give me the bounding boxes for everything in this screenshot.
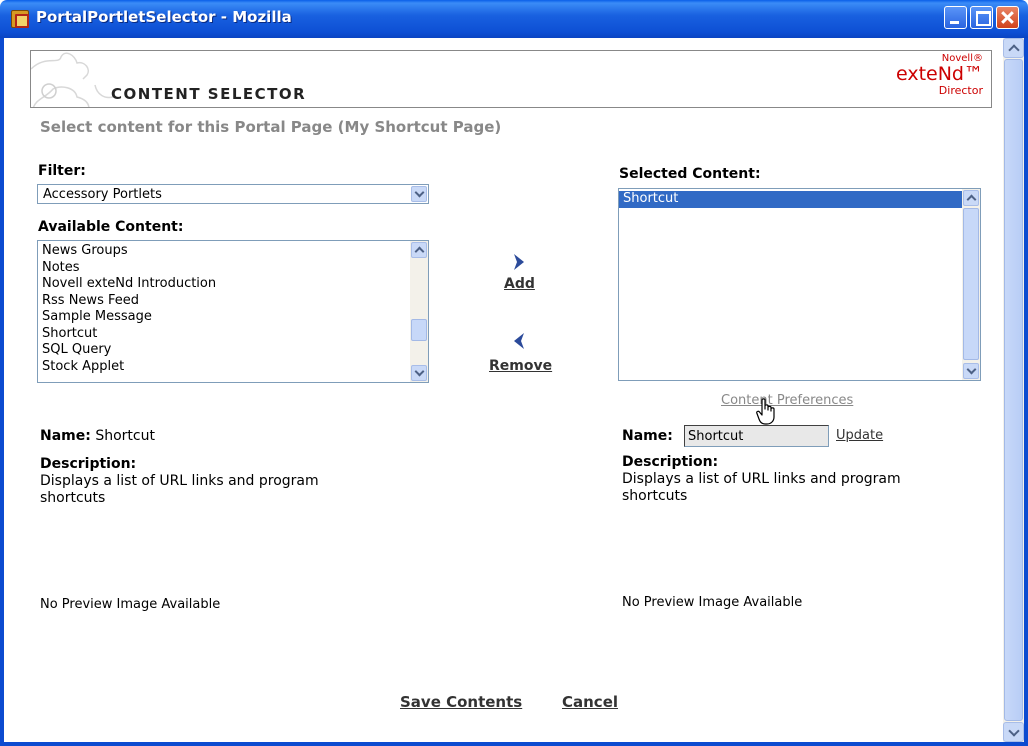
content-preferences-link[interactable]: Content Preferences [721, 393, 853, 408]
preview-placeholder: No Preview Image Available [622, 595, 803, 610]
save-contents-button[interactable]: Save Contents [400, 693, 522, 711]
header-banner: CONTENT SELECTOR Novell® exteNd™ Directo… [30, 50, 992, 108]
available-content-list[interactable]: News Groups Notes Novell exteNd Introduc… [37, 240, 429, 383]
chevron-down-icon[interactable] [411, 186, 427, 202]
available-content-label: Available Content: [38, 219, 184, 235]
right-name-row: Name: [622, 428, 673, 444]
scroll-up-button[interactable] [411, 242, 427, 258]
filter-label: Filter: [38, 163, 86, 179]
list-item[interactable]: Novell exteNd Introduction [38, 276, 410, 293]
gear-decoration-icon [31, 52, 114, 107]
available-list-scrollbar[interactable] [410, 241, 428, 382]
scroll-down-button[interactable] [411, 365, 427, 381]
minimize-button[interactable] [944, 6, 967, 29]
window-title: PortalPortletSelector - Mozilla [36, 8, 292, 26]
list-item[interactable]: Rss News Feed [38, 293, 410, 310]
list-item[interactable]: Shortcut [38, 326, 410, 343]
scroll-up-button[interactable] [963, 190, 979, 206]
brand-main: exteNd™ [895, 63, 983, 85]
list-item[interactable]: News Groups [38, 243, 410, 260]
banner-title: CONTENT SELECTOR [111, 85, 307, 103]
list-item[interactable]: SQL Query [38, 342, 410, 359]
list-item[interactable]: Stock Applet [38, 359, 410, 376]
left-name-row: Name: Shortcut [40, 428, 155, 444]
list-item[interactable]: Notes [38, 260, 410, 277]
description-label: Description: [40, 456, 137, 472]
selected-list-scrollbar[interactable] [962, 189, 980, 380]
description-label: Description: [622, 454, 719, 470]
selected-content-label: Selected Content: [619, 166, 761, 182]
update-link[interactable]: Update [836, 428, 883, 443]
hand-cursor-icon [756, 398, 775, 425]
description-text: Displays a list of URL links and program… [40, 473, 319, 506]
name-value: Shortcut [95, 428, 155, 444]
add-button[interactable]: Add [504, 276, 535, 292]
page-scrollbar[interactable] [1003, 38, 1024, 742]
scroll-down-button[interactable] [1003, 722, 1024, 742]
preview-placeholder: No Preview Image Available [40, 597, 221, 612]
cancel-button[interactable]: Cancel [562, 693, 618, 711]
list-item[interactable]: Shortcut [619, 191, 962, 208]
window-border-bottom [0, 742, 1028, 746]
novell-extend-logo: Novell® exteNd™ Director [895, 54, 983, 97]
scroll-down-button[interactable] [963, 363, 979, 379]
filter-select[interactable]: Accessory Portlets [37, 184, 429, 204]
window-border-right [1024, 38, 1028, 746]
name-label: Name: [40, 428, 91, 444]
page-subtitle: Select content for this Portal Page (My … [40, 118, 502, 136]
filter-selected-value: Accessory Portlets [43, 187, 162, 202]
scroll-up-button[interactable] [1003, 38, 1024, 58]
list-item[interactable]: Sample Message [38, 309, 410, 326]
name-label: Name: [622, 428, 673, 444]
scrollbar-thumb[interactable] [411, 319, 427, 341]
scrollbar-thumb[interactable] [1004, 59, 1023, 721]
scrollbar-thumb[interactable] [963, 208, 979, 360]
brand-bottom: Director [938, 84, 983, 97]
name-field[interactable] [684, 425, 829, 447]
chevron-left-icon[interactable] [512, 331, 526, 351]
selected-content-list[interactable]: Shortcut [618, 188, 981, 381]
description-text: Displays a list of URL links and program… [622, 471, 901, 504]
window-border-left [0, 38, 4, 746]
close-button[interactable] [996, 6, 1019, 29]
mozilla-app-icon [11, 10, 29, 28]
chevron-right-icon[interactable] [512, 252, 526, 272]
window-titlebar[interactable]: PortalPortletSelector - Mozilla [0, 0, 1028, 38]
maximize-button[interactable] [970, 6, 993, 29]
remove-button[interactable]: Remove [489, 358, 552, 374]
